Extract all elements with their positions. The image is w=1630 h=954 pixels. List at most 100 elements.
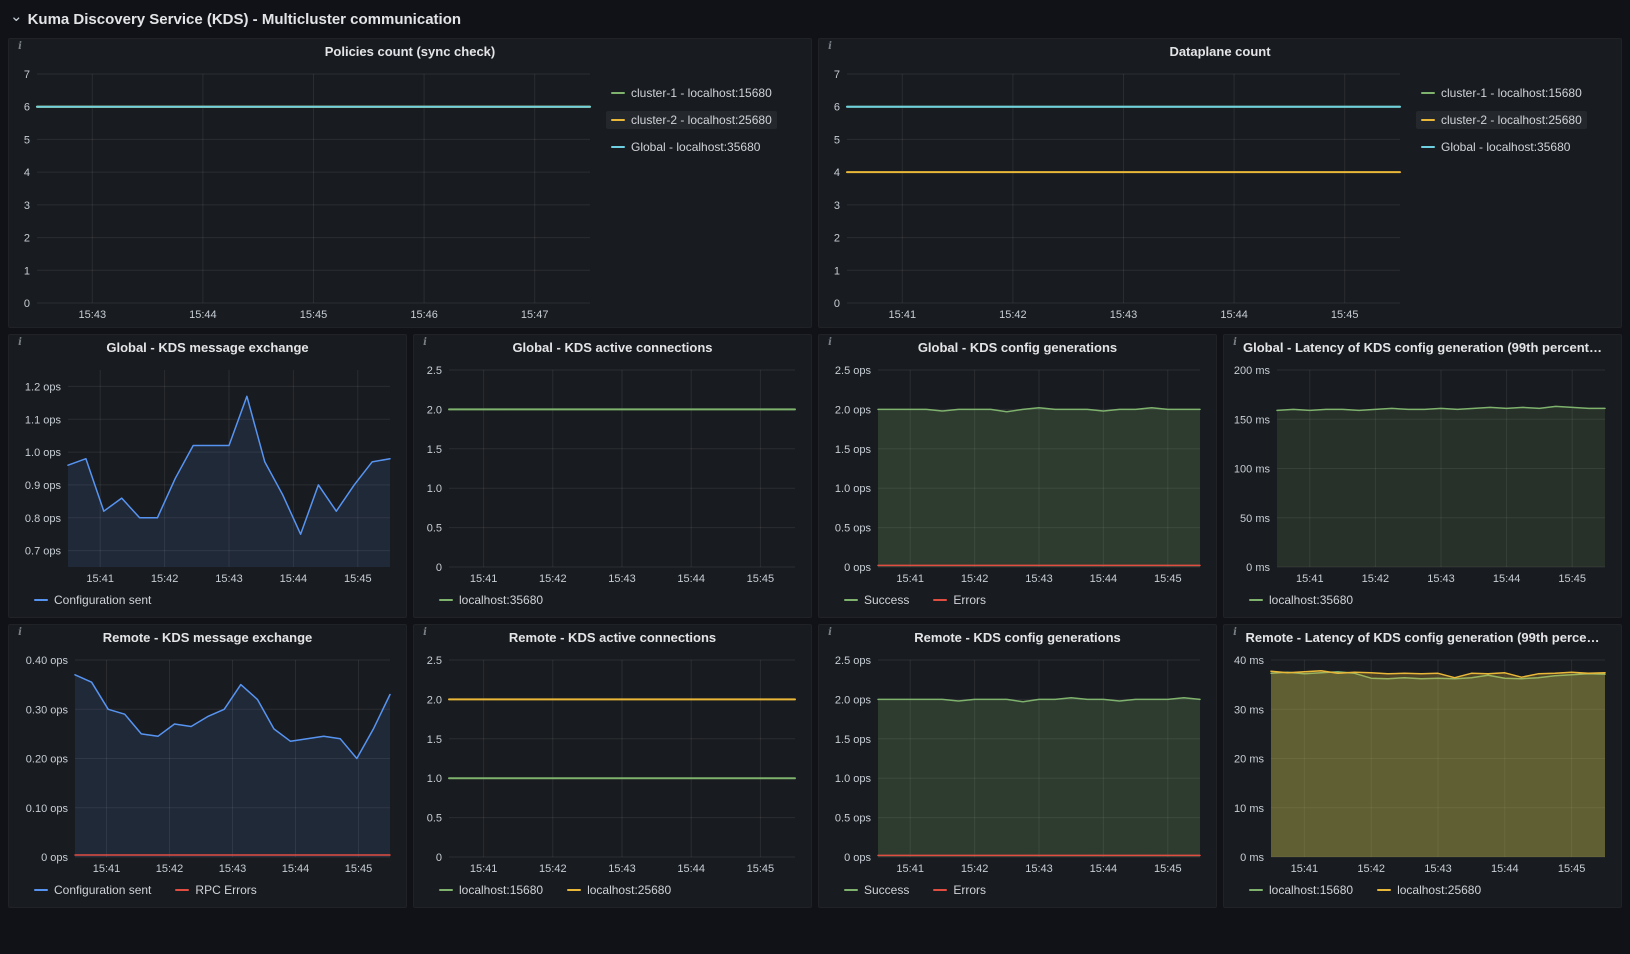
y-tick-label: 0 bbox=[24, 298, 30, 310]
legend-item[interactable]: cluster-2 - localhost:25680 bbox=[606, 111, 777, 129]
legend-label: localhost:25680 bbox=[1397, 883, 1481, 897]
panel-title[interactable]: Remote - KDS message exchange bbox=[9, 625, 406, 650]
legend-series-marker bbox=[439, 889, 453, 891]
legend-item[interactable]: Success bbox=[839, 591, 914, 609]
y-tick-label: 0.9 ops bbox=[25, 480, 62, 492]
info-icon[interactable]: i bbox=[14, 41, 26, 55]
x-tick-label: 15:44 bbox=[677, 573, 705, 585]
info-icon[interactable]: i bbox=[824, 337, 836, 351]
legend-series-marker bbox=[933, 599, 947, 601]
y-tick-label: 2.5 ops bbox=[835, 655, 872, 667]
legend-item[interactable]: Global - localhost:35680 bbox=[606, 138, 765, 156]
info-icon[interactable]: i bbox=[419, 337, 431, 351]
dashboard: ⌄ Kuma Discovery Service (KDS) - Multicl… bbox=[0, 0, 1630, 954]
panel-title[interactable]: Global - KDS active connections bbox=[414, 335, 811, 360]
y-tick-label: 1 bbox=[24, 265, 30, 277]
legend-item[interactable]: Success bbox=[839, 881, 914, 899]
y-tick-label: 0 bbox=[834, 298, 840, 310]
legend-item[interactable]: Errors bbox=[928, 591, 991, 609]
panel-title[interactable]: Remote - KDS active connections bbox=[414, 625, 811, 650]
panel-title[interactable]: Remote - Latency of KDS config generatio… bbox=[1224, 625, 1621, 650]
x-tick-label: 15:44 bbox=[1090, 573, 1118, 585]
chart-area[interactable]: 0 ops0.5 ops1.0 ops1.5 ops2.0 ops2.5 ops… bbox=[823, 650, 1208, 877]
legend-item[interactable]: cluster-2 - localhost:25680 bbox=[1416, 111, 1587, 129]
x-tick-label: 15:41 bbox=[1291, 863, 1319, 875]
y-tick-label: 2 bbox=[834, 233, 840, 245]
info-icon[interactable]: i bbox=[419, 627, 431, 641]
legend-item[interactable]: localhost:15680 bbox=[434, 881, 548, 899]
y-tick-label: 7 bbox=[24, 69, 30, 81]
chart-area[interactable]: 0123456715:4115:4215:4315:4415:45 bbox=[823, 64, 1408, 323]
panel-4: i Global - KDS active connections 00.51.… bbox=[413, 334, 812, 618]
legend-item[interactable]: cluster-1 - localhost:15680 bbox=[1416, 84, 1587, 102]
legend-item[interactable]: localhost:15680 bbox=[1244, 881, 1358, 899]
info-icon[interactable]: i bbox=[824, 41, 836, 55]
chart-canvas: 0 ops0.5 ops1.0 ops1.5 ops2.0 ops2.5 ops… bbox=[823, 360, 1208, 587]
panel-title[interactable]: Global - Latency of KDS config generatio… bbox=[1224, 335, 1621, 360]
info-icon[interactable]: i bbox=[14, 337, 26, 351]
chart-area[interactable]: 0 ms50 ms100 ms150 ms200 ms15:4115:4215:… bbox=[1228, 360, 1613, 587]
row-title: Kuma Discovery Service (KDS) - Multiclus… bbox=[28, 11, 461, 28]
panel-body: 0 ops0.10 ops0.20 ops0.30 ops0.40 ops15:… bbox=[9, 650, 406, 907]
dashboard-row-header[interactable]: ⌄ Kuma Discovery Service (KDS) - Multicl… bbox=[10, 6, 461, 32]
y-tick-label: 0.5 ops bbox=[835, 813, 872, 825]
info-icon[interactable]: i bbox=[1229, 627, 1241, 641]
y-tick-label: 20 ms bbox=[1234, 754, 1264, 766]
panel-title[interactable]: Global - KDS message exchange bbox=[9, 335, 406, 360]
chart-canvas: 0 ms10 ms20 ms30 ms40 ms15:4115:4215:431… bbox=[1228, 650, 1613, 877]
legend-series-marker bbox=[1249, 599, 1263, 601]
legend-label: localhost:25680 bbox=[587, 883, 671, 897]
x-tick-label: 15:43 bbox=[1427, 573, 1455, 585]
legend-item[interactable]: RPC Errors bbox=[170, 881, 261, 899]
info-icon[interactable]: i bbox=[824, 627, 836, 641]
panel-title[interactable]: Remote - KDS config generations bbox=[819, 625, 1216, 650]
chart-area[interactable]: 0 ops0.5 ops1.0 ops1.5 ops2.0 ops2.5 ops… bbox=[823, 360, 1208, 587]
y-tick-label: 0 ms bbox=[1246, 562, 1270, 574]
x-tick-label: 15:44 bbox=[280, 573, 308, 585]
chart-area[interactable]: 0 ops0.10 ops0.20 ops0.30 ops0.40 ops15:… bbox=[13, 650, 398, 877]
chart-canvas: 0 ms50 ms100 ms150 ms200 ms15:4115:4215:… bbox=[1228, 360, 1613, 587]
panel-body: 0123456715:4315:4415:4515:4615:47 cluste… bbox=[9, 64, 811, 327]
chart-area[interactable]: 00.51.01.52.02.515:4115:4215:4315:4415:4… bbox=[418, 650, 803, 877]
chart-area[interactable]: 00.51.01.52.02.515:4115:4215:4315:4415:4… bbox=[418, 360, 803, 587]
legend-item[interactable]: Configuration sent bbox=[29, 591, 156, 609]
legend-item[interactable]: localhost:35680 bbox=[434, 591, 548, 609]
x-tick-label: 15:43 bbox=[1025, 863, 1053, 875]
legend-item[interactable]: Global - localhost:35680 bbox=[1416, 138, 1575, 156]
x-tick-label: 15:43 bbox=[219, 863, 247, 875]
info-icon[interactable]: i bbox=[14, 627, 26, 641]
chart-area[interactable]: 0123456715:4315:4415:4515:4615:47 bbox=[13, 64, 598, 323]
panel-title[interactable]: Global - KDS config generations bbox=[819, 335, 1216, 360]
info-icon[interactable]: i bbox=[1229, 337, 1241, 351]
chart-area[interactable]: 0.7 ops0.8 ops0.9 ops1.0 ops1.1 ops1.2 o… bbox=[13, 360, 398, 587]
legend-item[interactable]: localhost:25680 bbox=[1372, 881, 1486, 899]
chart-canvas: 0 ops0.10 ops0.20 ops0.30 ops0.40 ops15:… bbox=[13, 650, 398, 877]
y-tick-label: 3 bbox=[834, 200, 840, 212]
y-tick-label: 1.5 bbox=[427, 734, 442, 746]
x-tick-label: 15:41 bbox=[86, 573, 114, 585]
y-tick-label: 0.7 ops bbox=[25, 546, 62, 558]
chart-area[interactable]: 0 ms10 ms20 ms30 ms40 ms15:4115:4215:431… bbox=[1228, 650, 1613, 877]
y-tick-label: 30 ms bbox=[1234, 704, 1264, 716]
y-tick-label: 150 ms bbox=[1234, 414, 1271, 426]
legend-label: Configuration sent bbox=[54, 883, 151, 897]
legend-series-marker bbox=[611, 92, 625, 94]
legend-item[interactable]: Configuration sent bbox=[29, 881, 156, 899]
legend-label: cluster-1 - localhost:15680 bbox=[631, 86, 772, 100]
legend-item[interactable]: localhost:35680 bbox=[1244, 591, 1358, 609]
x-tick-label: 15:42 bbox=[999, 309, 1027, 321]
panel-body: 0 ms50 ms100 ms150 ms200 ms15:4115:4215:… bbox=[1224, 360, 1621, 617]
legend-item[interactable]: localhost:25680 bbox=[562, 881, 676, 899]
panel-8: i Remote - KDS active connections 00.51.… bbox=[413, 624, 812, 908]
panel-7: i Remote - KDS message exchange 0 ops0.1… bbox=[8, 624, 407, 908]
panel-1: i Policies count (sync check) 0123456715… bbox=[8, 38, 812, 328]
panel-title[interactable]: Policies count (sync check) bbox=[9, 39, 811, 64]
y-tick-label: 4 bbox=[24, 167, 30, 179]
chart-canvas: 0 ops0.5 ops1.0 ops1.5 ops2.0 ops2.5 ops… bbox=[823, 650, 1208, 877]
x-tick-label: 15:45 bbox=[1558, 573, 1586, 585]
y-tick-label: 3 bbox=[24, 200, 30, 212]
panel-title[interactable]: Dataplane count bbox=[819, 39, 1621, 64]
legend-item[interactable]: cluster-1 - localhost:15680 bbox=[606, 84, 777, 102]
panel-body: 00.51.01.52.02.515:4115:4215:4315:4415:4… bbox=[414, 360, 811, 617]
legend-item[interactable]: Errors bbox=[928, 881, 991, 899]
